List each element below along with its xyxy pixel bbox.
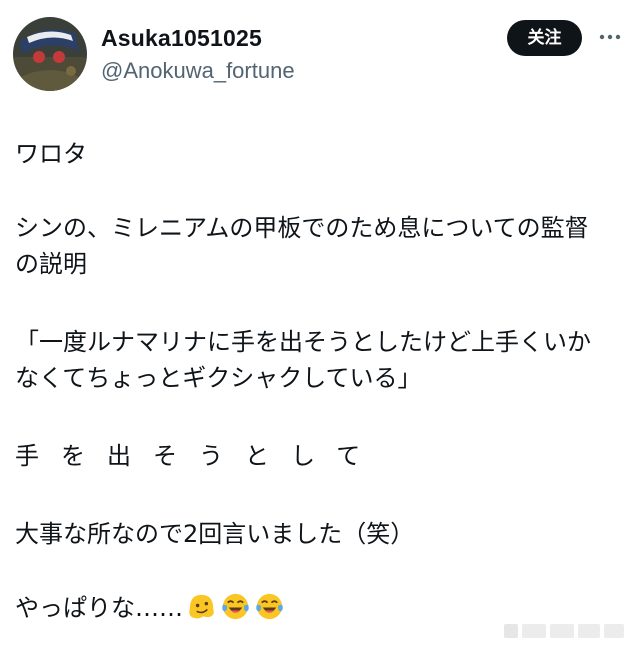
melting-face-icon xyxy=(186,591,217,622)
user-handle[interactable]: @Anokuwa_fortune xyxy=(101,57,295,85)
watermark xyxy=(504,620,626,642)
follow-button[interactable]: 关注 xyxy=(507,20,582,56)
tears-of-joy-icon xyxy=(254,591,285,622)
tweet-header: Asuka1051025 @Anokuwa_fortune 关注 xyxy=(0,0,640,100)
tweet-last-paragraph: やっぱりな…… xyxy=(15,590,285,626)
display-name[interactable]: Asuka1051025 xyxy=(101,24,262,52)
tears-of-joy-icon xyxy=(220,591,251,622)
tweet-paragraph: 大事な所なので2回言いました（笑） xyxy=(15,520,415,548)
tweet-paragraph: やっぱりな…… xyxy=(15,594,183,622)
more-dots-icon[interactable] xyxy=(597,29,623,45)
avatar-image xyxy=(13,17,87,91)
tweet-paragraph: 手を出そうとして xyxy=(15,442,383,470)
tweet-paragraph: シンの、ミレニアムの甲板でのため息についての監督の説明 xyxy=(15,214,589,278)
tweet-paragraph: 「一度ルナマリナに手を出そうとしたけど上手くいかなくてちょっとギクシャクしている… xyxy=(15,328,591,392)
tweet-paragraph: ワロタ xyxy=(15,140,87,168)
avatar[interactable] xyxy=(13,17,87,91)
